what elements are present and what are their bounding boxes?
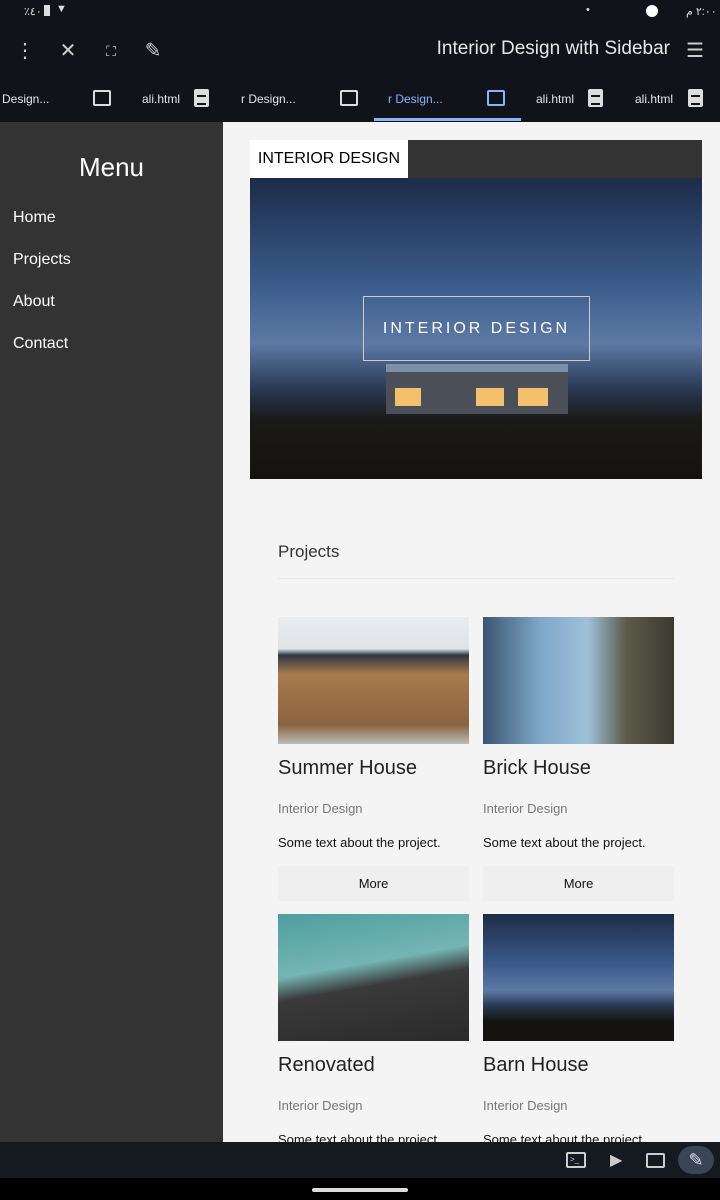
fullscreen-icon[interactable]: ⛶ bbox=[98, 38, 124, 64]
battery-text: ٪٤٠ bbox=[24, 6, 42, 18]
document-icon[interactable] bbox=[588, 89, 603, 107]
terminal-icon[interactable]: >_ bbox=[566, 1152, 586, 1168]
project-image bbox=[483, 617, 674, 744]
more-vert-icon[interactable]: ⋮ bbox=[12, 38, 38, 64]
close-icon[interactable]: ✕ bbox=[55, 38, 81, 64]
project-card: Barn House Interior Design Some text abo… bbox=[483, 914, 674, 1142]
project-image bbox=[278, 617, 469, 744]
card-text: Some text about the project. bbox=[483, 1132, 646, 1142]
header-label[interactable]: INTERIOR DESIGN bbox=[250, 140, 408, 178]
card-text: Some text about the project. bbox=[278, 1132, 441, 1142]
window bbox=[395, 388, 421, 406]
hero-title: INTERIOR DESIGN bbox=[363, 296, 590, 361]
project-image bbox=[483, 914, 674, 1041]
toolbar: ⋮ ✕ ⛶ ✎ Interior Design with Sidebar ☰ bbox=[0, 24, 720, 78]
folder-icon[interactable] bbox=[646, 1153, 665, 1168]
sidebar-item-home[interactable]: Home bbox=[13, 209, 56, 227]
project-image bbox=[278, 914, 469, 1041]
document-icon[interactable] bbox=[194, 89, 209, 107]
tab[interactable]: ali.html bbox=[635, 92, 673, 106]
status-bar: ٪٤٠ ▼ • ٢:٠٠ م bbox=[0, 0, 720, 24]
more-button[interactable]: More bbox=[483, 866, 674, 901]
edit-icon[interactable]: ✎ bbox=[140, 38, 166, 64]
web-content: Menu Home Projects About Contact INTERIO… bbox=[0, 122, 720, 1142]
sidebar-item-contact[interactable]: Contact bbox=[13, 335, 68, 353]
hero-image: INTERIOR DESIGN bbox=[250, 178, 702, 479]
edit-fab-icon[interactable]: ✎ bbox=[678, 1146, 714, 1174]
navigation-bar bbox=[0, 1178, 720, 1200]
layout-icon[interactable] bbox=[93, 90, 111, 106]
tab[interactable]: r Design... bbox=[241, 92, 296, 106]
tab[interactable]: ali.html bbox=[142, 92, 180, 106]
card-text: Some text about the project. bbox=[278, 835, 441, 850]
circle-icon bbox=[646, 5, 658, 17]
tab[interactable]: Design... bbox=[2, 92, 49, 106]
window bbox=[476, 388, 504, 406]
tab-bar: Design... ali.html r Design... r Design.… bbox=[0, 78, 720, 122]
card-subtitle: Interior Design bbox=[483, 1098, 568, 1113]
dot-icon: • bbox=[586, 4, 590, 16]
sidebar: Menu Home Projects About Contact bbox=[0, 122, 223, 1142]
card-title: Summer House bbox=[278, 757, 417, 779]
window bbox=[518, 388, 548, 406]
tab-active[interactable]: r Design... bbox=[388, 92, 443, 106]
divider bbox=[278, 578, 674, 579]
projects-heading: Projects bbox=[278, 542, 340, 561]
more-button[interactable]: More bbox=[278, 866, 469, 901]
play-icon[interactable]: ▶ bbox=[610, 1150, 622, 1170]
card-title: Barn House bbox=[483, 1054, 589, 1076]
card-text: Some text about the project. bbox=[483, 835, 646, 850]
card-title: Brick House bbox=[483, 757, 591, 779]
project-card: Brick House Interior Design Some text ab… bbox=[483, 617, 674, 901]
battery-icon bbox=[44, 5, 50, 16]
home-gesture-handle[interactable] bbox=[312, 1188, 408, 1192]
card-title: Renovated bbox=[278, 1054, 375, 1076]
tab[interactable]: ali.html bbox=[536, 92, 574, 106]
document-icon[interactable] bbox=[688, 89, 703, 107]
sidebar-item-about[interactable]: About bbox=[13, 293, 55, 311]
page-header: INTERIOR DESIGN bbox=[250, 140, 702, 178]
sidebar-title: Menu bbox=[78, 152, 145, 182]
card-subtitle: Interior Design bbox=[278, 1098, 363, 1113]
window-title: Interior Design with Sidebar bbox=[436, 38, 670, 59]
project-card: Renovated Interior Design Some text abou… bbox=[278, 914, 469, 1142]
clock: ٢:٠٠ م bbox=[686, 6, 717, 18]
card-subtitle: Interior Design bbox=[483, 801, 568, 816]
wifi-icon: ▼ bbox=[56, 3, 67, 15]
project-card: Summer House Interior Design Some text a… bbox=[278, 617, 469, 901]
bottom-toolbar: >_ ▶ ✎ bbox=[0, 1142, 720, 1178]
card-subtitle: Interior Design bbox=[278, 801, 363, 816]
sidebar-item-projects[interactable]: Projects bbox=[13, 251, 71, 269]
layout-icon[interactable] bbox=[340, 90, 358, 106]
active-tab-indicator bbox=[374, 118, 521, 121]
layout-icon[interactable] bbox=[487, 90, 505, 106]
menu-icon[interactable]: ☰ bbox=[682, 38, 708, 64]
